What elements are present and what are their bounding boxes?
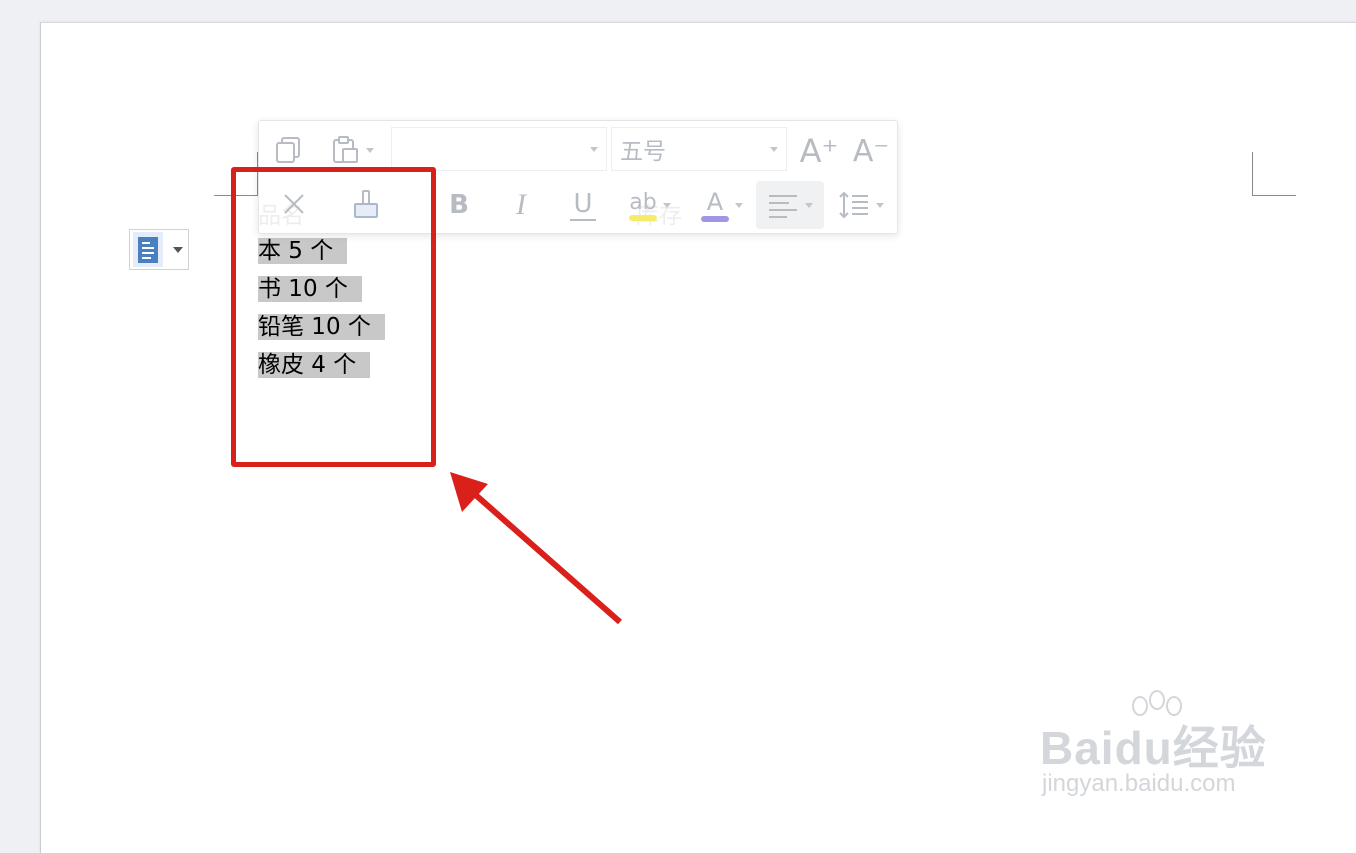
line-spacing-button[interactable] [831,185,891,225]
margin-corner-top-right-vertical [1252,152,1253,196]
paste-options-button[interactable] [129,229,189,270]
font-color-swatch [701,216,729,222]
chevron-down-icon [770,146,778,152]
shrink-font-button[interactable]: A⁻ [851,131,891,171]
font-size-value: 五号 [620,139,666,165]
highlight-button[interactable]: ab [621,185,679,225]
font-color-button[interactable]: A [693,185,751,225]
font-name-select[interactable] [391,127,607,171]
copy-button[interactable] [269,131,307,169]
baidu-url: jingyan.baidu.com [1042,770,1236,797]
chevron-down-icon [366,147,374,153]
font-size-select[interactable]: 五号 [611,127,787,171]
chevron-down-icon [876,202,884,208]
underline-icon: U [573,189,593,219]
margin-corner-top-right [1252,195,1296,196]
font-color-icon: A [701,188,729,222]
chevron-down-icon [173,246,183,253]
baidu-watermark: Baidu经验 jingyan.baidu.com [1040,690,1290,810]
paste-icon [333,136,358,163]
align-button[interactable] [759,185,821,225]
grow-font-icon: A⁺ [799,132,839,170]
annotation-arrow-icon [450,472,622,625]
italic-icon: I [516,188,526,221]
italic-button[interactable]: I [503,185,539,225]
chevron-down-icon [805,202,813,208]
underline-button[interactable]: U [565,185,601,225]
line-spacing-icon [839,191,868,219]
grow-font-button[interactable]: A⁺ [799,131,839,171]
underline-bar-icon [570,219,596,221]
chevron-down-icon [663,202,671,208]
chevron-down-icon [735,202,743,208]
highlight-icon: ab [629,190,657,221]
annotation-highlight-box [231,167,436,467]
chevron-down-icon [590,146,598,152]
shrink-font-icon: A⁻ [852,133,890,169]
copy-icon [276,137,300,163]
font-color-glyph: A [706,188,724,216]
baidu-logo: Baidu经验 [1040,722,1267,774]
highlight-swatch [629,214,657,221]
align-left-icon [769,195,797,218]
highlight-glyph: ab [629,189,657,215]
paste-button[interactable] [323,131,381,169]
document-icon [133,232,163,267]
bold-button[interactable]: B [441,185,477,225]
bold-icon: B [449,190,469,220]
